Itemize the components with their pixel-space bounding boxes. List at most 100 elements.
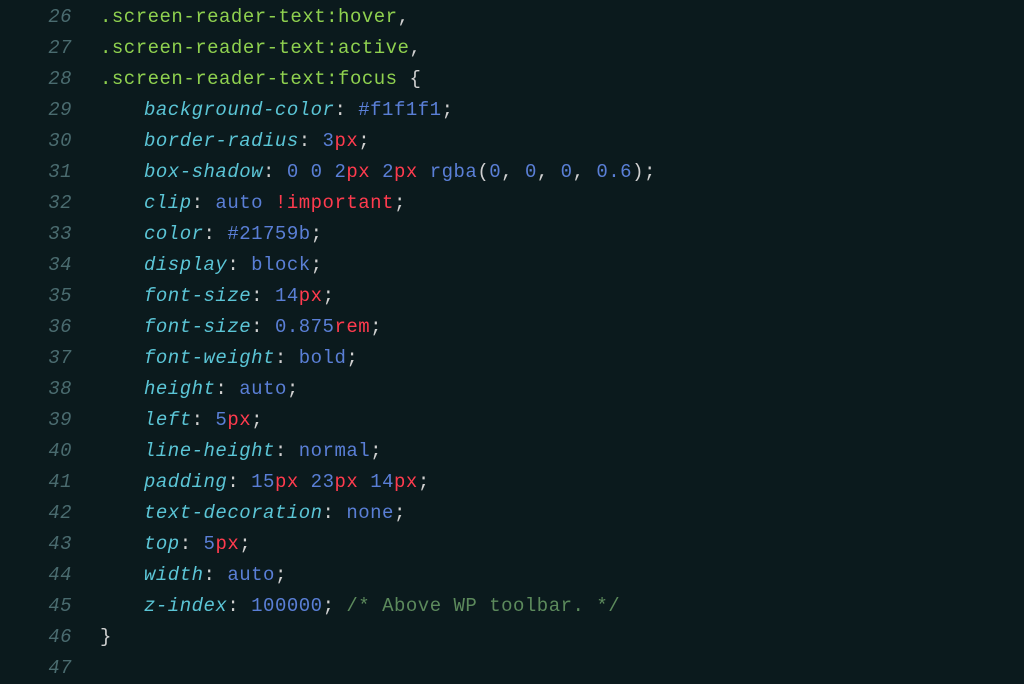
unit-token: px: [394, 161, 418, 183]
paren-token: (: [477, 161, 489, 183]
code-line[interactable]: width: auto;: [100, 560, 1024, 591]
pseudo-token: :active: [326, 37, 409, 59]
line-number: 26: [0, 2, 72, 33]
number-token: 2: [334, 161, 346, 183]
unit-token: px: [275, 471, 299, 493]
colon-token: :: [251, 316, 275, 338]
number-token: 15: [251, 471, 275, 493]
code-line[interactable]: color: #21759b;: [100, 219, 1024, 250]
colon-token: :: [299, 130, 323, 152]
selector-token: .screen-reader-text: [100, 68, 326, 90]
line-number: 33: [0, 219, 72, 250]
code-line[interactable]: font-weight: bold;: [100, 343, 1024, 374]
unit-token: px: [334, 130, 358, 152]
value-token: normal: [299, 440, 370, 462]
semicolon-token: ;: [323, 595, 335, 617]
property-token: height: [144, 378, 215, 400]
comment-token: /* Above WP toolbar. */: [346, 595, 620, 617]
line-number: 47: [0, 653, 72, 684]
semicolon-token: ;: [358, 130, 370, 152]
value-token: auto: [239, 378, 287, 400]
number-token: 3: [323, 130, 335, 152]
code-line[interactable]: .screen-reader-text:focus {: [100, 64, 1024, 95]
number-token: 14: [370, 471, 394, 493]
code-line[interactable]: .screen-reader-text:active,: [100, 33, 1024, 64]
unit-token: px: [227, 409, 251, 431]
value-token: auto: [227, 564, 275, 586]
code-line[interactable]: padding: 15px 23px 14px;: [100, 467, 1024, 498]
line-number: 37: [0, 343, 72, 374]
colon-token: :: [215, 378, 239, 400]
unit-token: px: [394, 471, 418, 493]
number-token: 5: [215, 409, 227, 431]
colon-token: :: [323, 502, 347, 524]
line-number: 32: [0, 188, 72, 219]
colon-token: :: [204, 223, 228, 245]
property-token: display: [144, 254, 227, 276]
number-token: 2: [382, 161, 394, 183]
code-line[interactable]: height: auto;: [100, 374, 1024, 405]
brace-close-token: }: [100, 626, 112, 648]
property-token: left: [144, 409, 192, 431]
value-token: block: [251, 254, 311, 276]
colon-token: :: [227, 471, 251, 493]
unit-token: rem: [334, 316, 370, 338]
arg-token: 0: [525, 161, 537, 183]
line-number: 35: [0, 281, 72, 312]
unit-token: px: [299, 285, 323, 307]
code-line[interactable]: left: 5px;: [100, 405, 1024, 436]
value-token: none: [346, 502, 394, 524]
unit-token: px: [215, 533, 239, 555]
semicolon-token: ;: [346, 347, 358, 369]
code-line[interactable]: line-height: normal;: [100, 436, 1024, 467]
code-line[interactable]: }: [100, 622, 1024, 653]
line-number: 40: [0, 436, 72, 467]
number-token: 0 0: [287, 161, 335, 183]
property-token: z-index: [144, 595, 227, 617]
code-line[interactable]: [100, 653, 1024, 684]
code-line[interactable]: box-shadow: 0 0 2px 2px rgba(0, 0, 0, 0.…: [100, 157, 1024, 188]
code-line[interactable]: border-radius: 3px;: [100, 126, 1024, 157]
colon-token: :: [180, 533, 204, 555]
property-token: background-color: [144, 99, 334, 121]
line-number: 46: [0, 622, 72, 653]
property-token: font-size: [144, 285, 251, 307]
hex-value-token: #f1f1f1: [358, 99, 441, 121]
unit-token: px: [334, 471, 358, 493]
colon-token: :: [251, 285, 275, 307]
semicolon-token: ;: [311, 254, 323, 276]
code-line[interactable]: background-color: #f1f1f1;: [100, 95, 1024, 126]
line-number: 42: [0, 498, 72, 529]
important-token: !important: [275, 192, 394, 214]
pseudo-token: :focus: [326, 68, 397, 90]
code-line[interactable]: text-decoration: none;: [100, 498, 1024, 529]
line-number: 39: [0, 405, 72, 436]
property-token: border-radius: [144, 130, 299, 152]
code-line[interactable]: font-size: 14px;: [100, 281, 1024, 312]
code-line[interactable]: font-size: 0.875rem;: [100, 312, 1024, 343]
hex-value-token: #21759b: [227, 223, 310, 245]
colon-token: :: [227, 595, 251, 617]
semicolon-token: ;: [394, 192, 406, 214]
code-line[interactable]: clip: auto !important;: [100, 188, 1024, 219]
code-editor[interactable]: 26 27 28 29 30 31 32 33 34 35 36 37 38 3…: [0, 0, 1024, 684]
code-line[interactable]: top: 5px;: [100, 529, 1024, 560]
property-token: width: [144, 564, 204, 586]
code-line[interactable]: display: block;: [100, 250, 1024, 281]
code-line[interactable]: .screen-reader-text:hover,: [100, 2, 1024, 33]
colon-token: :: [275, 440, 299, 462]
semicolon-token: ;: [418, 471, 430, 493]
colon-token: :: [204, 564, 228, 586]
line-number: 28: [0, 64, 72, 95]
code-content[interactable]: .screen-reader-text:hover, .screen-reade…: [100, 2, 1024, 684]
property-token: text-decoration: [144, 502, 323, 524]
property-token: top: [144, 533, 180, 555]
code-line[interactable]: z-index: 100000; /* Above WP toolbar. */: [100, 591, 1024, 622]
colon-token: :: [275, 347, 299, 369]
line-number: 34: [0, 250, 72, 281]
property-token: line-height: [144, 440, 275, 462]
semicolon-token: ;: [644, 161, 656, 183]
arg-token: 0: [561, 161, 573, 183]
number-token: 0.875: [275, 316, 335, 338]
comma-token: ,: [398, 6, 410, 28]
